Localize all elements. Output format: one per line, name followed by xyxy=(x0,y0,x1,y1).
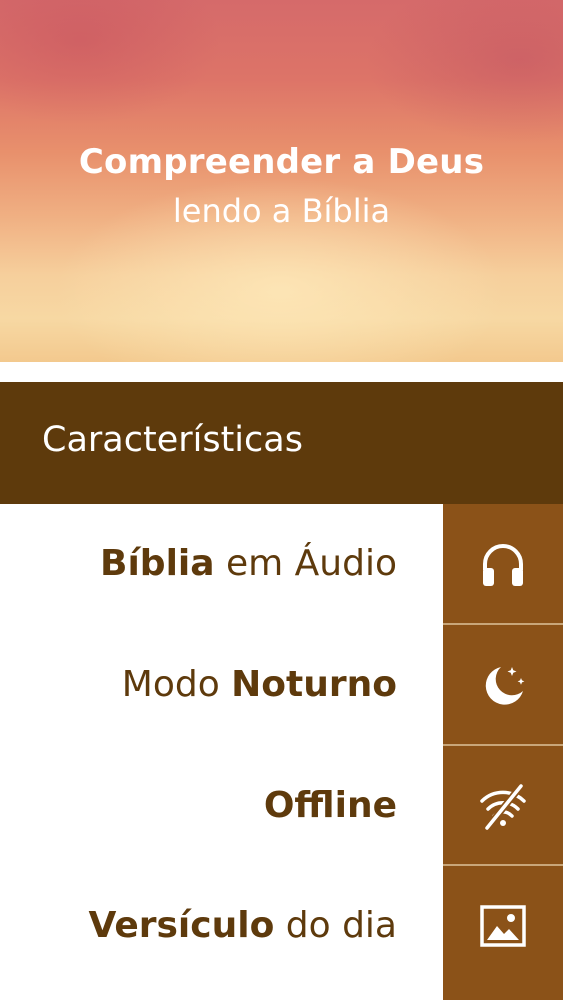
feature-label: Offline xyxy=(263,785,397,826)
hero-banner: Compreender a Deus lendo a Bíblia xyxy=(0,0,563,362)
section-title: Características xyxy=(42,420,303,460)
image-icon xyxy=(480,905,526,947)
tile-strip xyxy=(443,984,563,1000)
feature-icon-tile[interactable] xyxy=(443,746,563,866)
feature-icon-tile[interactable] xyxy=(443,866,563,986)
feature-audio-bible[interactable]: Bíblia em Áudio xyxy=(0,504,563,624)
feature-icon-tile[interactable] xyxy=(443,625,563,745)
feature-label: Versículo do dia xyxy=(88,905,397,946)
wifi-off-icon xyxy=(480,783,526,830)
feature-offline[interactable]: Offline xyxy=(0,746,563,866)
hero-subtitle: lendo a Bíblia xyxy=(172,192,391,230)
moon-stars-icon xyxy=(485,667,525,705)
feature-label: Modo Noturno xyxy=(121,664,397,705)
hero-title: Compreender a Deus xyxy=(78,142,485,182)
headphones-icon xyxy=(483,544,523,586)
feature-verse-of-day[interactable]: Versículo do dia xyxy=(0,866,563,986)
features-header: Características xyxy=(0,382,563,504)
spacer xyxy=(0,362,563,382)
feature-label: Bíblia em Áudio xyxy=(100,543,397,584)
feature-icon-tile[interactable] xyxy=(443,504,563,624)
feature-night-mode[interactable]: Modo Noturno xyxy=(0,625,563,745)
